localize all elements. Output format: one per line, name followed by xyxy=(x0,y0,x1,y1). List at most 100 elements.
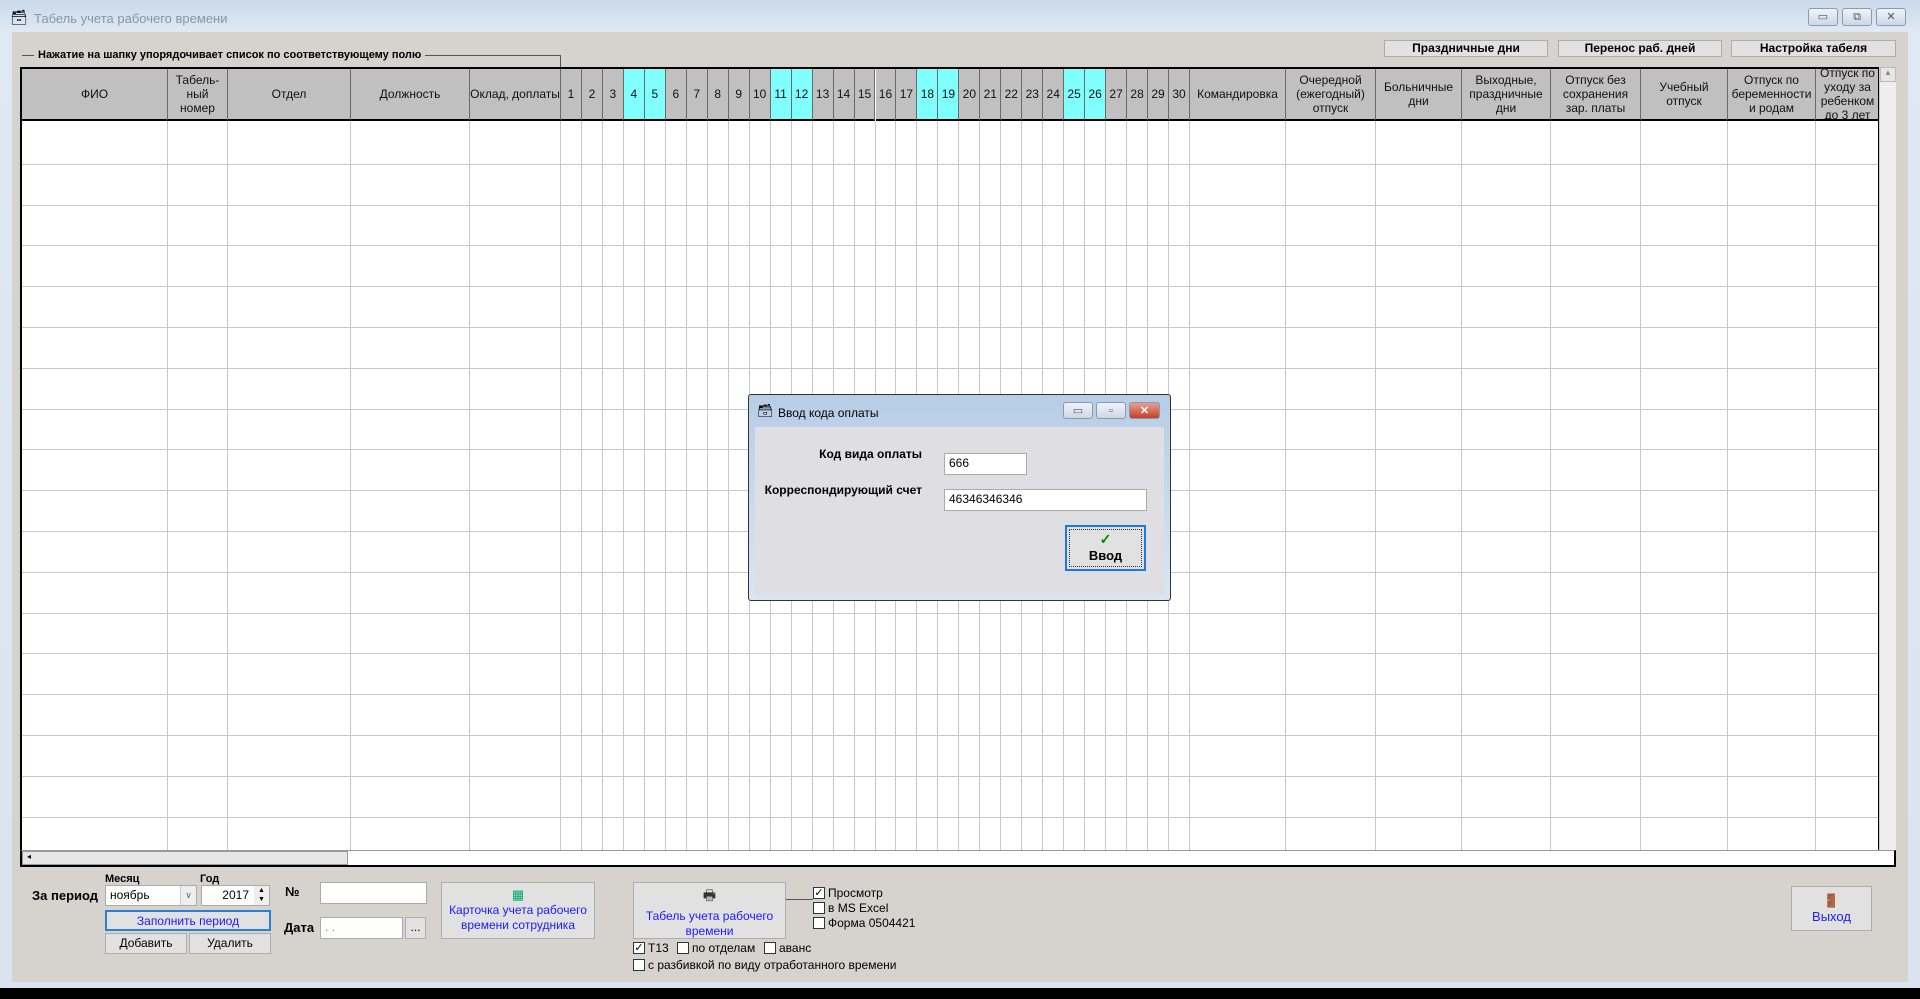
column-header[interactable]: Отдел xyxy=(228,69,351,121)
horizontal-scrollbar[interactable]: ◂ xyxy=(20,850,1896,867)
day-header[interactable]: 5 xyxy=(644,69,666,121)
day-header[interactable]: 7 xyxy=(686,69,708,121)
table-row[interactable] xyxy=(22,368,1878,369)
column-header[interactable]: Очередной (ежегодный) отпуск xyxy=(1286,69,1376,121)
by-dept-checkbox[interactable] xyxy=(677,942,689,954)
table-row[interactable] xyxy=(22,613,1878,614)
restore-button[interactable]: ⧉ xyxy=(1842,8,1872,26)
table-row[interactable] xyxy=(22,286,1878,287)
day-header[interactable]: 28 xyxy=(1127,69,1149,121)
close-button[interactable]: ✕ xyxy=(1876,8,1906,26)
table-row[interactable] xyxy=(22,164,1878,165)
code-label: Код вида оплаты xyxy=(819,447,922,461)
t13-checkbox[interactable]: ✓ xyxy=(633,942,645,954)
day-header[interactable]: 18 xyxy=(917,69,939,121)
fill-period-button[interactable]: Заполнить период xyxy=(105,910,271,931)
advance-checkbox[interactable] xyxy=(764,942,776,954)
table-row[interactable] xyxy=(22,735,1878,736)
day-header[interactable]: 10 xyxy=(749,69,771,121)
day-header[interactable]: 26 xyxy=(1085,69,1107,121)
transfer-days-button[interactable]: Перенос раб. дней xyxy=(1558,40,1722,57)
day-header[interactable]: 21 xyxy=(980,69,1002,121)
scroll-up-icon[interactable]: ▲ xyxy=(1880,67,1896,82)
year-stepper[interactable]: 2017 ▲ ▼ xyxy=(201,885,270,906)
day-header[interactable]: 19 xyxy=(938,69,960,121)
month-select[interactable]: ноябрь ∨ xyxy=(105,885,197,906)
day-header[interactable]: 11 xyxy=(770,69,792,121)
table-row[interactable] xyxy=(22,776,1878,777)
column-header[interactable]: Выходные, праздничные дни xyxy=(1462,69,1551,121)
number-input[interactable] xyxy=(320,882,427,904)
day-header[interactable]: 17 xyxy=(896,69,918,121)
day-header[interactable]: 12 xyxy=(791,69,813,121)
spin-icon[interactable]: ▲ ▼ xyxy=(254,886,269,905)
column-header[interactable]: Должность xyxy=(351,69,470,121)
column-header[interactable]: ФИО xyxy=(22,69,168,121)
day-header[interactable]: 20 xyxy=(959,69,981,121)
date-picker-button[interactable]: ... xyxy=(405,917,426,939)
excel-checkbox[interactable] xyxy=(813,902,825,914)
day-header[interactable]: 9 xyxy=(728,69,750,121)
day-header[interactable]: 13 xyxy=(812,69,834,121)
table-row[interactable] xyxy=(22,817,1878,818)
date-input[interactable]: . . xyxy=(320,917,403,939)
dialog-restore-button[interactable]: ▫ xyxy=(1096,402,1126,419)
dialog-minimize-button[interactable]: ▭ xyxy=(1063,402,1093,419)
table-row[interactable] xyxy=(22,327,1878,328)
day-header[interactable]: 8 xyxy=(707,69,729,121)
period-label: За период xyxy=(32,888,99,903)
column-header[interactable]: Больничные дни xyxy=(1376,69,1462,121)
day-header[interactable]: 15 xyxy=(854,69,876,121)
column-header[interactable]: Оклад, доплаты xyxy=(470,69,561,121)
grid-column-line xyxy=(1375,121,1376,850)
chevron-down-icon[interactable]: ∨ xyxy=(180,886,196,905)
account-input[interactable]: 46346346346 xyxy=(944,489,1147,511)
advance-label: аванс xyxy=(779,941,812,955)
ok-button[interactable]: ✓ Ввод xyxy=(1065,525,1146,571)
timesheet-settings-button[interactable]: Настройка табеля xyxy=(1731,40,1896,57)
month-value: ноябрь xyxy=(110,888,150,902)
vertical-scrollbar[interactable]: ▲ xyxy=(1879,67,1896,850)
table-row[interactable] xyxy=(22,653,1878,654)
employee-card-button[interactable]: ▦ Карточка учета рабочего времени сотруд… xyxy=(441,882,595,939)
column-header[interactable]: Отпуск без сохранения зар. платы xyxy=(1551,69,1641,121)
grid-column-line xyxy=(560,121,561,850)
form-label: Форма 0504421 xyxy=(828,916,916,930)
grid-column-line xyxy=(1189,121,1190,850)
day-header[interactable]: 4 xyxy=(623,69,645,121)
day-header[interactable]: 6 xyxy=(665,69,687,121)
holidays-button[interactable]: Праздничные дни xyxy=(1384,40,1548,57)
day-header[interactable]: 27 xyxy=(1106,69,1128,121)
day-header[interactable]: 22 xyxy=(1001,69,1023,121)
day-header[interactable]: 30 xyxy=(1169,69,1190,121)
column-header[interactable]: Учебный отпуск xyxy=(1641,69,1728,121)
dialog-close-button[interactable]: ✕ xyxy=(1129,402,1160,419)
code-input[interactable]: 666 xyxy=(944,453,1027,475)
form-checkbox[interactable] xyxy=(813,917,825,929)
column-header[interactable]: Отпуск по беременности и родам xyxy=(1728,69,1816,121)
day-header[interactable]: 24 xyxy=(1043,69,1065,121)
add-button[interactable]: Добавить xyxy=(105,933,187,954)
exit-button[interactable]: 🚪 Выход xyxy=(1791,886,1872,931)
grid-column-line xyxy=(1727,121,1728,850)
day-header[interactable]: 16 xyxy=(875,69,897,121)
column-header[interactable]: Отпуск по уходу за ребенком до 3 лет xyxy=(1816,69,1878,121)
preview-checkbox[interactable]: ✓ xyxy=(813,887,825,899)
day-header[interactable]: 25 xyxy=(1064,69,1086,121)
column-header[interactable]: Табель-ный номер xyxy=(168,69,228,121)
day-header[interactable]: 3 xyxy=(602,69,624,121)
delete-button[interactable]: Удалить xyxy=(189,933,271,954)
day-header[interactable]: 14 xyxy=(833,69,855,121)
day-header[interactable]: 29 xyxy=(1148,69,1170,121)
scroll-thumb[interactable]: ◂ xyxy=(22,851,348,865)
table-row[interactable] xyxy=(22,205,1878,206)
timesheet-print-button[interactable]: 🖶 Табель учета рабочего времени xyxy=(633,882,786,939)
breakdown-checkbox[interactable] xyxy=(633,959,645,971)
table-row[interactable] xyxy=(22,694,1878,695)
day-header[interactable]: 2 xyxy=(581,69,603,121)
table-row[interactable] xyxy=(22,245,1878,246)
column-header[interactable]: Командировка xyxy=(1190,69,1286,121)
day-header[interactable]: 23 xyxy=(1022,69,1044,121)
minimize-button[interactable]: ▭ xyxy=(1808,8,1838,26)
day-header[interactable]: 1 xyxy=(561,69,582,121)
